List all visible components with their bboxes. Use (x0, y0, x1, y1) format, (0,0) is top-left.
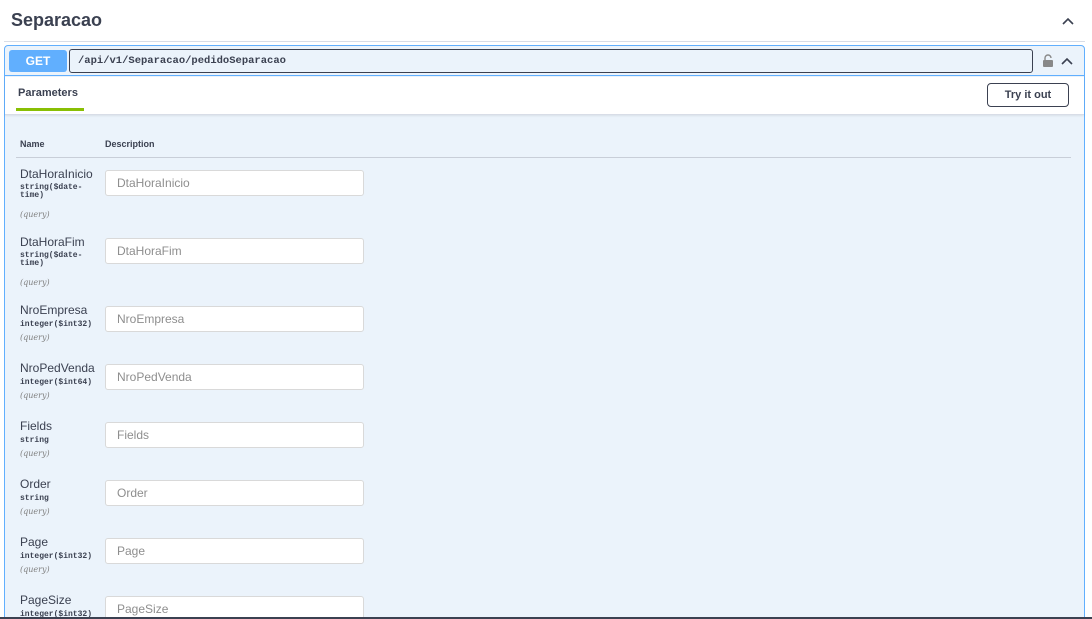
pagesize-input[interactable] (105, 596, 364, 619)
tab-parameters[interactable]: Parameters (18, 87, 78, 99)
parameter-name: Fields (20, 419, 53, 433)
parameter-location: (query) (20, 391, 50, 400)
parameter-name: Order (20, 477, 51, 491)
dtahorainicio-input[interactable] (105, 170, 364, 196)
chevron-up-icon[interactable] (1057, 10, 1079, 32)
parameter-location: (query) (20, 565, 50, 574)
parameter-type: string($date- time) (20, 184, 100, 200)
try-it-out-button[interactable]: Try it out (987, 83, 1069, 107)
parameter-location: (query) (20, 449, 50, 458)
tab-active-indicator (16, 108, 84, 111)
operation-path-text: /api/v1/Separacao/pedidoSeparacao (78, 54, 286, 67)
parameter-location: (query) (20, 333, 50, 342)
tag-header[interactable]: Separacao (4, 0, 1085, 42)
parameter-name: DtaHoraInicio (20, 167, 93, 181)
parameter-type: integer($int32) (20, 552, 93, 561)
parameter-location: (query) (20, 278, 50, 287)
chevron-up-icon[interactable] (1059, 53, 1075, 69)
lock-icon[interactable] (1041, 52, 1055, 70)
column-header-description: Description (105, 139, 155, 149)
parameter-location: (query) (20, 507, 50, 516)
operation-path[interactable]: /api/v1/Separacao/pedidoSeparacao (69, 48, 1033, 73)
parameters-header: Parameters Try it out (5, 77, 1084, 115)
parameter-type-line: time) (20, 259, 45, 268)
parameter-type: integer($int64) (20, 378, 93, 387)
dtahorafim-input[interactable] (105, 238, 364, 264)
fields-input[interactable] (105, 422, 364, 448)
parameter-location: (query) (20, 210, 50, 219)
operation-summary[interactable]: GET /api/v1/Separacao/pedidoSeparacao (5, 46, 1084, 76)
page-input[interactable] (105, 538, 364, 564)
parameter-name: Page (20, 535, 49, 549)
parameter-type: integer($int32) (20, 320, 93, 329)
divider (16, 157, 1071, 158)
parameter-type: string (20, 436, 49, 445)
parameter-name: DtaHoraFim (20, 235, 85, 249)
nropedvenda-input[interactable] (105, 364, 364, 390)
parameter-type-line: time) (20, 191, 45, 200)
parameter-type: string($date- time) (20, 252, 100, 268)
nroempresa-input[interactable] (105, 306, 364, 332)
parameter-name: NroEmpresa (20, 303, 88, 317)
parameter-name: PageSize (20, 593, 72, 607)
operation-block: GET /api/v1/Separacao/pedidoSeparacao Pa… (4, 45, 1085, 619)
tag-title[interactable]: Separacao (11, 10, 102, 31)
parameter-type: string (20, 494, 49, 503)
column-header-name: Name (20, 139, 45, 149)
method-badge[interactable]: GET (9, 49, 67, 72)
order-input[interactable] (105, 480, 364, 506)
parameter-name: NroPedVenda (20, 361, 95, 375)
